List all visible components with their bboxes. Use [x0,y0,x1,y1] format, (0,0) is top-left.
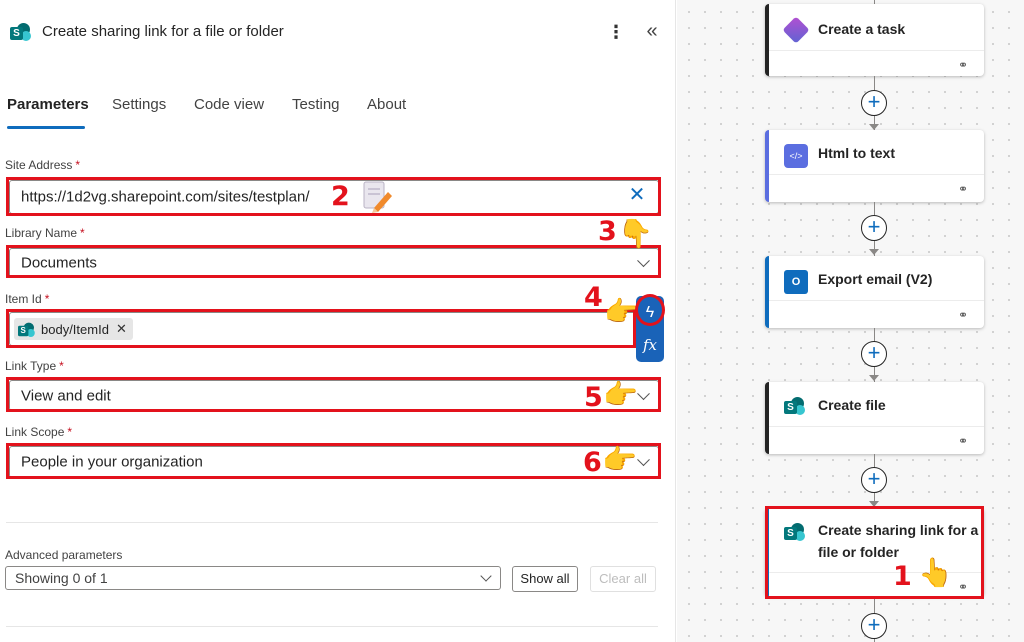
flow-card-create-file[interactable]: S Create file ⚭ [765,382,984,454]
highlight-box-link-scope [6,443,661,479]
clear-all-button[interactable]: Clear all [590,566,656,592]
advanced-parameters-value: Showing 0 of 1 [15,570,108,586]
card-title: Export email (V2) [818,271,933,287]
step-5-label: 5 [584,382,603,413]
edit-document-icon [363,181,392,213]
link-type-label: Link Type * [5,359,64,373]
site-address-label: Site Address * [5,158,81,172]
sharepoint-icon: S [784,396,808,420]
arrow-down-icon [869,375,879,381]
link-icon: ⚭ [958,58,969,72]
more-options-icon[interactable]: ⋮ [606,18,626,46]
planner-icon [782,16,810,44]
divider [769,426,984,427]
add-step-button[interactable]: + [861,613,887,639]
step-1-label: 1 [893,561,912,592]
add-step-button[interactable]: + [861,341,887,367]
link-icon: ⚭ [958,434,969,448]
step-4-label: 4 [584,282,603,313]
tab-settings[interactable]: Settings [112,96,166,113]
outlook-icon: O [784,270,808,294]
screen-root: S Create sharing link for a file or fold… [0,0,1024,642]
link-icon: ⚭ [958,182,969,196]
step-2-label: 2 [331,181,350,212]
divider [6,626,658,627]
expression-button[interactable]: fx [636,330,664,360]
tab-testing[interactable]: Testing [292,96,340,113]
advanced-parameters-dropdown[interactable]: Showing 0 of 1 [5,566,501,590]
pointing-hand-icon: 👉 [604,296,639,327]
panel-title: Create sharing link for a file or folder [42,23,284,40]
step-3-label: 3 [598,216,617,247]
flow-card-html-to-text[interactable]: </> Html to text ⚭ [765,130,984,202]
divider [769,50,984,51]
highlight-box-item-id [6,309,636,348]
flow-card-create-task[interactable]: Create a task ⚭ [765,4,984,76]
action-properties-panel: S Create sharing link for a file or fold… [0,0,676,642]
pointing-hand-icon: 👉 [603,379,638,410]
chevron-down-icon [480,570,492,582]
add-step-button[interactable]: + [861,90,887,116]
tab-code-view[interactable]: Code view [194,96,264,113]
link-scope-label: Link Scope * [5,425,73,439]
html-to-text-icon: </> [784,144,808,168]
item-id-label: Item Id * [5,292,50,306]
card-title: Create file [818,397,886,413]
pointing-hand-icon: 👇 [618,218,653,249]
step-6-label: 6 [583,447,602,478]
pointing-hand-icon: 👆 [918,557,953,588]
link-icon: ⚭ [958,308,969,322]
divider [769,174,984,175]
highlight-circle-dynamic-content [635,294,665,326]
highlight-box-link-type [6,377,661,412]
sharepoint-icon: S [10,22,32,44]
highlight-box-library-name [6,245,661,278]
collapse-panel-icon[interactable]: « [640,18,664,46]
pointing-hand-icon: 👉 [602,444,637,475]
card-title: Create a task [818,21,906,37]
tab-parameters[interactable]: Parameters [7,96,89,113]
divider [769,300,984,301]
add-step-button[interactable]: + [861,215,887,241]
card-title: Html to text [818,145,895,161]
add-step-button[interactable]: + [861,467,887,493]
advanced-parameters-label: Advanced parameters [5,548,123,562]
divider [6,522,658,523]
tab-about[interactable]: About [367,96,406,113]
show-all-button[interactable]: Show all [512,566,578,592]
library-name-label: Library Name * [5,226,85,240]
arrow-down-icon [869,249,879,255]
active-tab-indicator [7,126,85,129]
flow-card-export-email[interactable]: O Export email (V2) ⚭ [765,256,984,328]
